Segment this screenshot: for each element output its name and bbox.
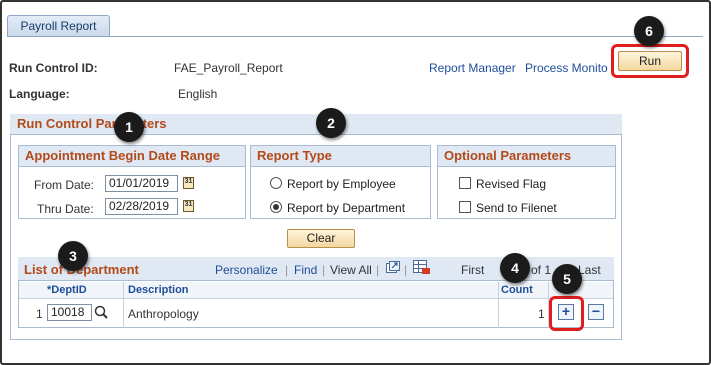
column-divider [123, 282, 124, 328]
separator: | [322, 263, 326, 277]
callout-badge: 5 [552, 264, 582, 294]
calendar-icon[interactable]: 31 [183, 177, 194, 189]
column-divider [498, 282, 499, 328]
revised-flag-checkbox[interactable] [459, 177, 471, 189]
send-to-filenet-label: Send to Filenet [476, 201, 557, 215]
view-all-link[interactable]: View All [330, 263, 372, 277]
separator: | [376, 263, 380, 277]
tab-divider [7, 36, 703, 37]
process-monitor-link[interactable]: Process Monito [525, 61, 608, 75]
download-excel-icon[interactable] [413, 260, 431, 275]
find-link[interactable]: Find [294, 263, 317, 277]
separator: | [404, 263, 408, 277]
personalize-link[interactable]: Personalize [215, 263, 278, 277]
column-header-count[interactable]: Count [501, 284, 533, 296]
from-date-label: From Date: [34, 178, 95, 192]
clear-button[interactable]: Clear [287, 229, 355, 248]
callout-badge: 3 [58, 241, 88, 271]
column-header-deptid[interactable]: *DeptID [47, 284, 87, 296]
language-value: English [178, 87, 218, 101]
deptid-input[interactable]: 10018 [47, 304, 92, 321]
add-row-button[interactable]: + [558, 304, 574, 320]
report-by-employee-radio[interactable] [270, 177, 282, 189]
date-range-title: Appointment Begin Date Range [19, 146, 245, 167]
run-button[interactable]: Run [618, 51, 682, 71]
thru-date-label: Thru Date: [37, 202, 94, 216]
pagination-text: of 1 [531, 263, 552, 277]
column-header-description[interactable]: Description [128, 284, 189, 296]
lookup-search-icon[interactable] [94, 305, 108, 320]
optional-parameters-title: Optional Parameters [438, 146, 615, 167]
count-value: 1 [538, 307, 545, 321]
tab-payroll-report[interactable]: Payroll Report [7, 15, 110, 37]
callout-badge: 2 [316, 108, 346, 138]
from-date-input[interactable]: 01/01/2019 [105, 175, 178, 192]
callout-badge: 4 [500, 253, 530, 283]
separator: | [285, 263, 289, 277]
report-by-department-label: Report by Department [287, 201, 406, 215]
thru-date-input[interactable]: 02/28/2019 [105, 198, 178, 215]
report-by-department-radio[interactable] [270, 201, 282, 213]
description-value: Anthropology [128, 307, 199, 321]
run-control-value: FAE_Payroll_Report [174, 61, 283, 75]
calendar-icon[interactable]: 31 [183, 200, 194, 212]
revised-flag-label: Revised Flag [476, 177, 547, 191]
run-control-label: Run Control ID: [9, 61, 98, 75]
new-window-icon[interactable] [386, 261, 400, 274]
report-by-employee-label: Report by Employee [287, 177, 396, 191]
delete-row-button[interactable]: − [588, 304, 604, 320]
callout-badge: 6 [634, 16, 664, 46]
callout-badge: 1 [114, 112, 144, 142]
first-link: First [461, 263, 485, 277]
report-manager-link[interactable]: Report Manager [429, 61, 516, 75]
report-type-title: Report Type [251, 146, 430, 167]
row-number: 1 [36, 307, 43, 321]
language-label: Language: [9, 87, 70, 101]
send-to-filenet-checkbox[interactable] [459, 201, 471, 213]
